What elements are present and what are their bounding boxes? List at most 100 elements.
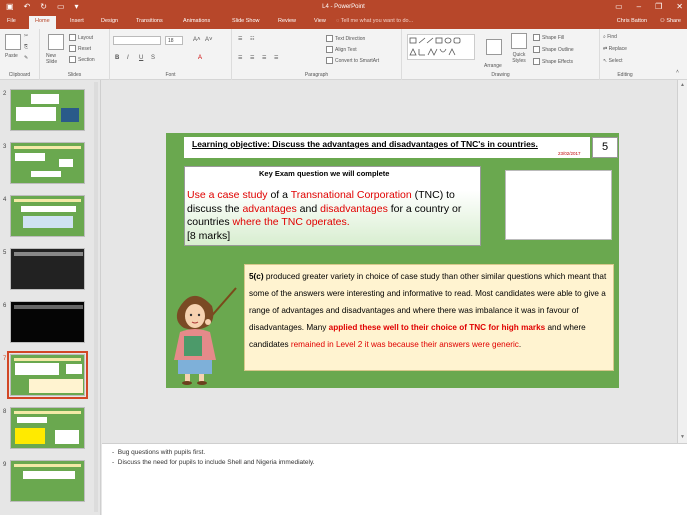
tab-design[interactable]: Design (101, 18, 118, 24)
align-right-icon[interactable]: ☰ (262, 55, 266, 61)
question-code: 5(c) (249, 272, 264, 281)
grow-font-icon[interactable]: A˄ (193, 37, 201, 43)
examiner-report-text: 5(c) produced greater variety in choice … (249, 268, 611, 353)
thumb-box (21, 206, 76, 212)
close-icon[interactable]: ✕ (676, 2, 683, 11)
thumb-number: 3 (3, 144, 7, 150)
text-direction-icon (326, 35, 333, 42)
justify-icon[interactable]: ☰ (274, 55, 278, 61)
copy-icon[interactable]: ⎘ (24, 44, 28, 50)
slide-scrollbar[interactable]: ▲ ▼ (677, 80, 687, 443)
font-size-dropdown[interactable]: 18 (165, 36, 183, 45)
share-label: Share (666, 18, 681, 24)
scroll-down-icon[interactable]: ▼ (680, 434, 685, 440)
shape-effects-button[interactable]: Shape Effects (533, 58, 573, 65)
new-slide-icon[interactable] (48, 34, 64, 50)
find-button[interactable]: ⌕ Find (603, 34, 617, 40)
tab-home[interactable]: Home (29, 16, 56, 29)
slide-thumbnail[interactable] (10, 195, 85, 237)
shrink-font-icon[interactable]: A˅ (205, 37, 213, 43)
note-text: Discuss the need for pupils to include S… (117, 459, 315, 466)
slide-thumbnail-selected[interactable] (7, 351, 88, 399)
new-slide-button[interactable]: New Slide (46, 53, 66, 65)
blank-image-box[interactable] (505, 170, 612, 240)
learning-objective-text: Learning objective: Discuss the advantag… (192, 139, 538, 149)
note-item: - Discuss the need for pupils to include… (112, 459, 315, 466)
find-label: Find (607, 34, 617, 40)
tell-me-box[interactable]: ◌ Tell me what you want to do... (336, 18, 413, 24)
paste-icon[interactable] (5, 34, 21, 50)
thumbnail-scrollbar[interactable] (94, 82, 98, 512)
select-button[interactable]: ↖ Select (603, 58, 623, 64)
arrange-icon[interactable] (486, 39, 502, 55)
center-icon[interactable]: ☰ (250, 55, 254, 61)
slide-thumbnail[interactable] (10, 407, 85, 449)
text-direction-button[interactable]: Text Direction (326, 35, 365, 42)
restore-icon[interactable]: ❐ (655, 2, 662, 11)
ribbon-display-options-icon[interactable]: ▭ (615, 2, 623, 11)
bullets-icon[interactable]: ☰ (238, 36, 242, 42)
font-color-icon[interactable]: A (198, 55, 202, 61)
thumb-number: 7 (3, 356, 7, 362)
report-highlight: applied these well to their choice of TN… (328, 323, 546, 332)
slide-thumbnail[interactable] (10, 248, 85, 290)
scroll-up-icon[interactable]: ▲ (680, 82, 685, 88)
layout-icon (69, 34, 76, 41)
format-painter-icon[interactable]: ✎ (24, 55, 28, 61)
shape-outline-icon (533, 46, 540, 53)
report-highlight: remained in Level 2 it was because their… (290, 340, 519, 349)
clipboard-group: Paste ✂ ⎘ ✎ Clipboard (0, 29, 40, 80)
layout-button[interactable]: Layout (69, 34, 93, 41)
thumb-box (15, 428, 45, 444)
italic-icon[interactable]: I (127, 55, 129, 61)
convert-smartart-button[interactable]: Convert to SmartArt (326, 57, 379, 64)
exam-question-text: Use a case study of a Transnational Corp… (187, 189, 479, 243)
question-part: of a (267, 189, 291, 201)
shape-effects-icon (533, 58, 540, 65)
user-name[interactable]: Chris Batton (617, 18, 647, 24)
shape-outline-button[interactable]: Shape Outline (533, 46, 574, 53)
question-part: Transnational Corporation (290, 189, 412, 201)
underline-icon[interactable]: U (139, 55, 143, 61)
thumb-box (16, 107, 56, 121)
report-part: . (518, 340, 522, 349)
shape-fill-button[interactable]: Shape Fill (533, 34, 564, 41)
tab-review[interactable]: Review (278, 18, 296, 24)
lesson-number[interactable]: 5 (592, 137, 618, 158)
tab-view[interactable]: View (314, 18, 326, 24)
minimize-icon[interactable]: – (637, 2, 641, 11)
section-button[interactable]: Section (69, 56, 95, 63)
slide-thumbnail[interactable] (10, 301, 85, 343)
marks-text: [8 marks] (187, 229, 231, 242)
paste-button[interactable]: Paste (5, 53, 18, 59)
align-text-button[interactable]: Align Text (326, 46, 357, 53)
align-left-icon[interactable]: ☰ (238, 55, 242, 61)
shapes-gallery[interactable] (407, 34, 475, 60)
font-name-dropdown[interactable] (113, 36, 161, 45)
smartart-icon (326, 57, 333, 64)
slides-label: Slides (67, 72, 82, 78)
tell-me-text: Tell me what you want to do... (340, 18, 414, 24)
bold-icon[interactable]: B (115, 55, 119, 61)
tab-slide-show[interactable]: Slide Show (232, 18, 260, 24)
tab-transitions[interactable]: Transitions (136, 18, 163, 24)
cut-icon[interactable]: ✂ (24, 33, 28, 39)
numbering-icon[interactable]: ☷ (250, 36, 254, 42)
arrange-button[interactable]: Arrange (484, 63, 502, 69)
replace-button[interactable]: ⇄ Replace (603, 46, 627, 52)
thumb-title-bar (14, 358, 81, 361)
replace-label: Replace (608, 46, 627, 52)
slide-thumbnail[interactable] (10, 89, 85, 131)
share-button[interactable]: ⚇ Share (660, 18, 681, 24)
tab-animations[interactable]: Animations (183, 18, 210, 24)
quick-styles-button[interactable]: Quick Styles (508, 52, 530, 64)
collapse-ribbon-icon[interactable]: ˄ (676, 69, 679, 75)
slide-thumbnail[interactable] (10, 460, 85, 502)
slide-thumbnail[interactable] (10, 142, 85, 184)
quick-styles-icon[interactable] (511, 33, 527, 49)
reset-button[interactable]: Reset (69, 45, 91, 52)
text-direction-label: Text Direction (335, 35, 366, 42)
shadow-icon[interactable]: S (151, 55, 155, 61)
tab-file[interactable]: File (7, 18, 16, 24)
tab-insert[interactable]: Insert (70, 18, 84, 24)
